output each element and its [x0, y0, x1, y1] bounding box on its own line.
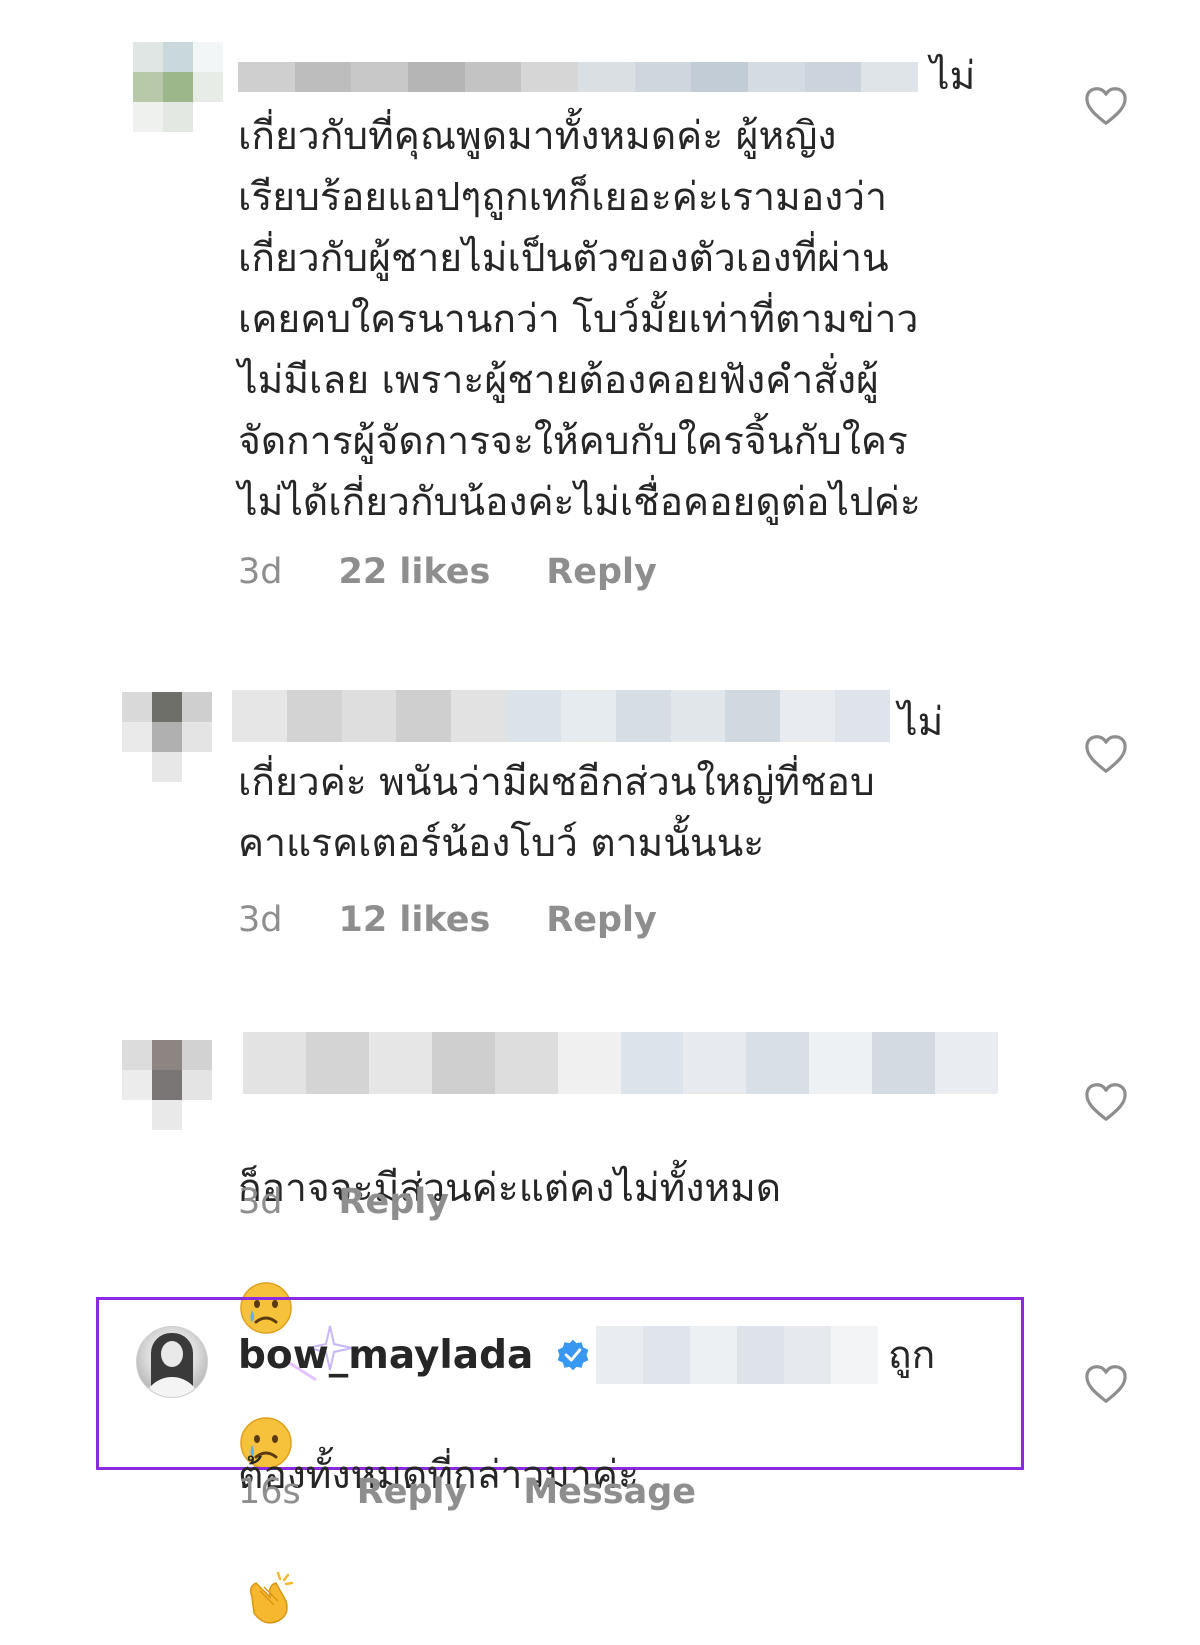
comment-time: 16s [238, 1472, 301, 1512]
clapping-hands-emoji [238, 1506, 300, 1645]
comment-time: 3d [238, 900, 283, 940]
comment-text: เกี่ยวค่ะ พนันว่ามีผชอีกส่วนใหญ่ที่ชอบ ค… [238, 760, 875, 866]
blurred-avatar[interactable] [122, 1040, 212, 1160]
heart-outline-icon[interactable] [1084, 1364, 1128, 1404]
likes-count[interactable]: 22 likes [339, 552, 491, 592]
blurred-mention[interactable] [596, 1326, 878, 1384]
comment-time: 3d [238, 1182, 283, 1222]
heart-outline-icon[interactable] [1084, 734, 1128, 774]
comment-text-start: ไม่ [898, 700, 944, 745]
reply-button[interactable]: Reply [546, 552, 657, 592]
verified-badge-icon [557, 1339, 589, 1371]
likes-count[interactable]: 12 likes [339, 900, 491, 940]
comment-text-start: ไม่ [930, 54, 976, 99]
blurred-username[interactable] [238, 62, 919, 92]
blurred-avatar[interactable] [133, 42, 223, 162]
username[interactable]: bow_maylada [238, 1325, 533, 1386]
comment-text: เกี่ยวกับที่คุณพูดมาทั้งหมดค่ะ ผู้หญิง เ… [238, 114, 921, 525]
blurred-username[interactable] [232, 690, 890, 742]
reply-button[interactable]: Reply [357, 1472, 468, 1512]
comment-meta: 3d 12 likes Reply [238, 900, 657, 940]
comment-meta: 16s Reply Message [238, 1472, 696, 1512]
blurred-username[interactable] [243, 1032, 999, 1094]
heart-outline-icon[interactable] [1084, 1082, 1128, 1122]
comment-meta: 3d 22 likes Reply [238, 552, 657, 592]
comment-time: 3d [238, 552, 283, 592]
blurred-avatar[interactable] [122, 692, 212, 812]
comment-text-start: ถูก [888, 1333, 936, 1378]
comment-text: ต้องทั้งหมดที่กล่าวมาค่ะ [238, 1384, 639, 1645]
heart-outline-icon[interactable] [1084, 86, 1128, 126]
reply-button[interactable]: Reply [339, 1182, 450, 1222]
comment-meta: 3d Reply [238, 1182, 449, 1222]
avatar[interactable] [136, 1326, 208, 1398]
reply-button[interactable]: Reply [546, 900, 657, 940]
message-button[interactable]: Message [523, 1472, 696, 1512]
